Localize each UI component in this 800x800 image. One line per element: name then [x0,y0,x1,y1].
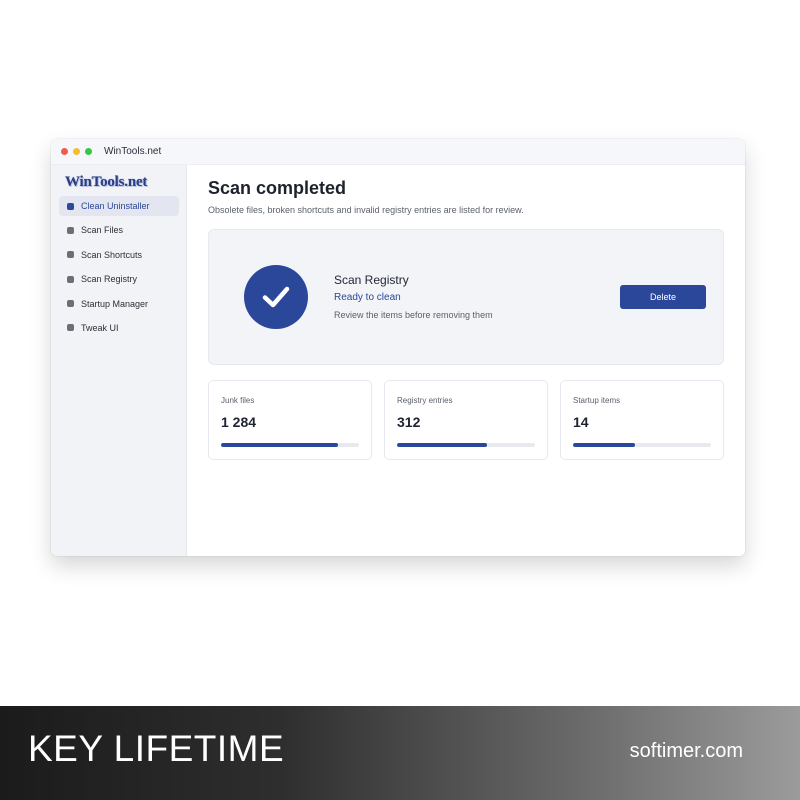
window-title: WinTools.net [104,146,162,157]
nav-bullet-icon [67,275,74,283]
page-title: Scan completed [208,178,347,198]
sidebar-item-tweak-ui[interactable]: Tweak UI [59,318,179,338]
nav-bullet-icon [67,251,74,259]
sidebar-item-startup-manager[interactable]: Startup Manager [59,294,179,314]
promo-banner: KEY LIFETIME softimer.com [0,706,800,800]
stat-progress-track [397,443,535,447]
sidebar-item-label: Scan Registry [81,274,138,285]
stat-progress-track [573,443,711,447]
stat-value: 14 [573,414,589,430]
nav-bullet-icon [67,202,74,210]
stat-progress-fill [221,443,339,447]
sidebar-item-scan-registry[interactable]: Scan Registry [59,269,179,289]
stat-card-junk-files: Junk files 1 284 [208,380,372,460]
sidebar-item-label: Scan Files [81,225,124,236]
stat-card-registry-entries: Registry entries 312 [384,380,548,460]
nav-bullet-icon [67,226,74,234]
scan-status: Ready to clean [334,292,401,303]
sidebar-item-label: Clean Uninstaller [81,201,150,211]
stat-progress-fill [397,443,487,447]
stat-label: Startup items [573,396,621,405]
page-subtitle: Obsolete files, broken shortcuts and inv… [208,205,524,215]
stat-value: 1 284 [221,414,257,430]
maximize-window-button[interactable] [85,148,92,155]
nav-bullet-icon [67,300,74,308]
stat-card-startup-items: Startup items 14 [560,380,724,460]
scan-result-card: Scan Registry Ready to clean Review the … [208,229,724,365]
minimize-window-button[interactable] [73,148,80,155]
sidebar-item-clean-uninstaller[interactable]: Clean Uninstaller [59,196,179,216]
scan-hint: Review the items before removing them [334,310,493,320]
sidebar-item-label: Tweak UI [81,322,119,333]
app-logo: WinTools.net [65,174,148,190]
stat-progress-fill [573,443,636,447]
main-content: Scan completed Obsolete files, broken sh… [187,165,745,556]
stats-row: Junk files 1 284 Registry entries 312 St… [208,380,724,460]
nav-bullet-icon [67,324,74,332]
close-window-button[interactable] [61,148,68,155]
delete-button[interactable]: Delete [620,285,706,309]
sidebar-item-label: Scan Shortcuts [81,249,143,260]
app-window: WinTools.net WinTools.net Clean Uninstal… [51,139,745,556]
stat-label: Junk files [221,396,255,405]
stat-progress-track [221,443,359,447]
promo-site: softimer.com [629,740,743,762]
promo-headline: KEY LIFETIME [28,728,285,769]
sidebar-item-label: Startup Manager [81,298,149,309]
stat-label: Registry entries [397,396,453,405]
sidebar-item-scan-files[interactable]: Scan Files [59,220,179,240]
checkmark-icon [244,265,308,329]
stat-value: 312 [397,414,421,430]
title-bar: WinTools.net [51,139,745,165]
sidebar: WinTools.net Clean Uninstaller Scan File… [51,165,187,556]
scan-name: Scan Registry [334,273,409,287]
sidebar-nav: Clean Uninstaller Scan Files Scan Shortc… [59,196,179,342]
sidebar-item-scan-shortcuts[interactable]: Scan Shortcuts [59,245,179,265]
